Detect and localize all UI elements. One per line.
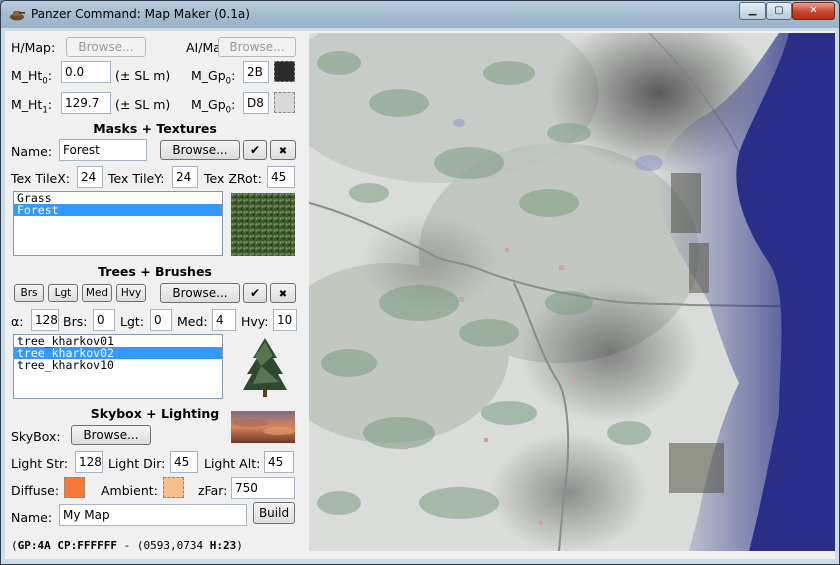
light-dir-input[interactable]: 45 — [170, 451, 198, 473]
status-coords: - (0593,0734 — [116, 539, 210, 552]
mask-delete-button[interactable]: ✖ — [270, 140, 296, 160]
mgp0-color-swatch[interactable] — [274, 61, 295, 82]
x-icon: ✖ — [278, 146, 288, 157]
tree-delete-button[interactable]: ✖ — [270, 283, 296, 303]
mask-name-input[interactable]: Forest — [59, 139, 147, 161]
x-icon: ✖ — [278, 289, 288, 300]
hvy-label: Hvy: — [241, 314, 269, 329]
list-item[interactable]: tree_kharkov10 — [14, 359, 222, 371]
tree-list[interactable]: tree_kharkov01 tree_kharkov02 tree_khark… — [13, 334, 223, 399]
mht1-label: M_Ht1: — [11, 97, 52, 116]
hvy-input[interactable]: 10 — [273, 309, 297, 331]
minimize-button[interactable]: ▁ — [739, 2, 766, 20]
mask-name-label: Name: — [11, 144, 53, 159]
map-name-label: Name: — [11, 510, 53, 525]
status-height: H:23 — [209, 539, 237, 552]
brush-lgt-button[interactable]: Lgt — [48, 284, 78, 302]
light-str-label: Light Str: — [11, 456, 69, 471]
skybox-browse-button[interactable]: Browse... — [71, 425, 151, 445]
status-gp: GP:4A — [17, 539, 51, 552]
check-icon: ✔ — [249, 286, 261, 300]
close-icon: ✕ — [809, 5, 818, 16]
mht0-input[interactable]: 0.0 — [61, 61, 111, 83]
check-icon: ✔ — [249, 143, 261, 157]
status-end: ) — [236, 539, 243, 552]
zfar-input[interactable]: 750 — [231, 477, 295, 499]
client-area: H/Map: Browse... AI/Map: Browse... M_Ht0… — [5, 31, 835, 559]
ambient-label: Ambient: — [101, 483, 158, 498]
hmap-browse-button[interactable]: Browse... — [66, 37, 146, 57]
light-alt-input[interactable]: 45 — [264, 451, 294, 473]
light-alt-label: Light Alt: — [204, 456, 261, 471]
mgp1-label: M_Gp0: — [191, 97, 236, 116]
mgp1-color-swatch[interactable] — [274, 92, 295, 113]
status-cp: CP:FFFFFF — [57, 539, 117, 552]
mht1-unit: (± SL m) — [115, 97, 171, 112]
brush-brs-button[interactable]: Brs — [14, 284, 44, 302]
forest-texture-preview — [231, 193, 295, 256]
med-label: Med: — [177, 314, 208, 329]
title-bar[interactable]: Panzer Command: Map Maker (0.1a) ▁ ▢ ✕ — [1, 1, 839, 28]
alpha-label: α: — [11, 314, 24, 329]
tiley-label: Tex TileY: — [108, 171, 165, 186]
mask-list[interactable]: Grass Forest — [13, 191, 223, 256]
mht1-input[interactable]: 129.7 — [61, 92, 111, 114]
close-button[interactable]: ✕ — [792, 2, 835, 20]
tree-confirm-button[interactable]: ✔ — [243, 283, 267, 303]
mgp0-input[interactable]: 2B — [243, 61, 269, 83]
zrot-input[interactable]: 45 — [267, 166, 295, 188]
mask-confirm-button[interactable]: ✔ — [243, 140, 267, 160]
diffuse-label: Diffuse: — [11, 483, 60, 498]
brush-med-button[interactable]: Med — [82, 284, 112, 302]
mgp1-input[interactable]: D8 — [243, 92, 269, 114]
map-name-input[interactable]: My Map — [59, 504, 247, 526]
build-button[interactable]: Build — [253, 502, 295, 524]
tree-browse-button[interactable]: Browse... — [160, 283, 240, 303]
skybox-preview-image — [231, 411, 295, 443]
hmap-label: H/Map: — [11, 40, 56, 55]
lgt-input[interactable]: 0 — [150, 309, 172, 331]
lgt-label: Lgt: — [120, 314, 145, 329]
tiley-input[interactable]: 24 — [172, 166, 198, 188]
aimap-browse-button[interactable]: Browse... — [218, 37, 296, 57]
mgp0-label: M_Gp0: — [191, 68, 236, 87]
map-view[interactable] — [309, 33, 835, 551]
tilex-label: Tex TileX: — [11, 171, 71, 186]
mht0-label: M_Ht0: — [11, 68, 52, 87]
zfar-label: zFar: — [198, 483, 228, 498]
alpha-input[interactable]: 128 — [31, 309, 59, 331]
skybox-label: SkyBox: — [11, 429, 61, 444]
minimize-icon: ▁ — [748, 5, 757, 16]
status-bar: (GP:4A CP:FFFFFF - (0593,0734 H:23) — [11, 539, 243, 552]
maximize-icon: ▢ — [774, 5, 784, 16]
mask-browse-button[interactable]: Browse... — [160, 140, 240, 160]
app-window: Panzer Command: Map Maker (0.1a) ▁ ▢ ✕ H… — [0, 0, 840, 565]
tree-preview-image — [243, 338, 287, 397]
brush-hvy-button[interactable]: Hvy — [116, 284, 146, 302]
tilex-input[interactable]: 24 — [77, 166, 103, 188]
ambient-color-swatch[interactable] — [163, 477, 184, 498]
light-dir-label: Light Dir: — [108, 456, 166, 471]
masks-section-title: Masks + Textures — [93, 121, 217, 136]
tank-app-icon — [10, 11, 25, 21]
list-item-selected[interactable]: Forest — [14, 204, 222, 216]
mht0-unit: (± SL m) — [115, 68, 171, 83]
maximize-button[interactable]: ▢ — [766, 2, 792, 20]
diffuse-color-swatch[interactable] — [64, 477, 85, 498]
trees-section-title: Trees + Brushes — [98, 264, 212, 279]
brs-label: Brs: — [63, 314, 88, 329]
zrot-label: Tex ZRot: — [204, 171, 262, 186]
brs-input[interactable]: 0 — [93, 309, 115, 331]
window-title: Panzer Command: Map Maker (0.1a) — [31, 7, 250, 21]
med-input[interactable]: 4 — [212, 309, 236, 331]
light-str-input[interactable]: 128 — [75, 451, 103, 473]
